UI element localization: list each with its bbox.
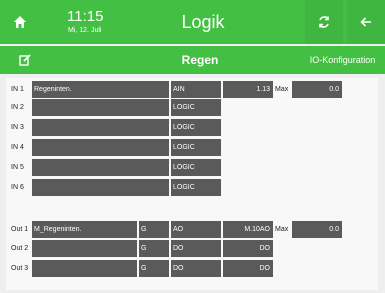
input-row: IN 4 LOGIC	[0, 139, 385, 157]
output-name-field[interactable]: M_Regeninten.	[32, 221, 137, 238]
output-type-field[interactable]: DO	[171, 260, 221, 277]
sync-icon	[319, 16, 329, 28]
input-name-field[interactable]	[32, 119, 169, 136]
edit-button[interactable]	[17, 52, 33, 68]
input-label: IN 6	[11, 184, 24, 191]
output-row: Out 1 M_Regeninten. G AO M.10AO Max 0.0	[0, 221, 385, 239]
input-row: IN 1 Regeninten. AIN 1.13 Max 0.0	[0, 81, 385, 99]
input-row: IN 6 LOGIC	[0, 179, 385, 197]
output-type-field[interactable]: DO	[171, 240, 221, 257]
input-row: IN 2 LOGIC	[0, 99, 385, 117]
io-config-button[interactable]: IO-Konfiguration	[300, 52, 385, 68]
output-group-field[interactable]: G	[139, 260, 169, 277]
home-icon	[14, 16, 26, 28]
back-arrow-icon	[360, 17, 371, 27]
output-label: Out 3	[11, 265, 29, 272]
input-type-field[interactable]: LOGIC	[171, 119, 221, 136]
max-value-field: 0.0	[292, 221, 342, 238]
sync-button[interactable]	[305, 0, 343, 44]
output-value-field: M.10AO	[223, 221, 273, 238]
clock-date: Mi, 12. Juli	[68, 27, 102, 34]
output-value-field: DO	[223, 240, 273, 257]
input-type-field[interactable]: LOGIC	[171, 179, 221, 196]
input-label: IN 1	[11, 86, 24, 93]
input-type-field[interactable]: LOGIC	[171, 139, 221, 156]
input-row: IN 3 LOGIC	[0, 119, 385, 137]
output-label: Out 1	[11, 226, 29, 233]
max-value-field: 0.0	[292, 81, 342, 98]
output-type-field[interactable]: AO	[171, 221, 221, 238]
home-button[interactable]	[0, 0, 40, 44]
clock-time: 11:15	[67, 8, 104, 25]
output-name-field[interactable]	[32, 260, 137, 277]
input-type-field[interactable]: LOGIC	[171, 99, 221, 116]
output-name-field[interactable]	[32, 240, 137, 257]
output-group-field[interactable]: G	[139, 221, 169, 238]
input-type-field[interactable]: AIN	[171, 81, 221, 98]
output-label: Out 2	[11, 245, 29, 252]
max-label: Max	[275, 86, 289, 93]
back-button[interactable]	[347, 0, 385, 44]
input-label: IN 2	[11, 104, 24, 111]
input-row: IN 5 LOGIC	[0, 159, 385, 177]
input-label: IN 5	[11, 164, 24, 171]
input-label: IN 4	[11, 144, 24, 151]
input-label: IN 3	[11, 124, 24, 131]
input-name-field[interactable]	[32, 139, 169, 156]
block-title: Regen	[181, 53, 219, 67]
output-value-field: DO	[223, 260, 273, 277]
page-title: Logik	[181, 12, 225, 32]
output-row: Out 2 G DO DO	[0, 240, 385, 258]
output-row: Out 3 G DO DO	[0, 260, 385, 278]
input-name-field[interactable]	[32, 159, 169, 176]
input-name-field[interactable]	[32, 99, 169, 116]
input-value-field: 1.13	[223, 81, 273, 98]
edit-icon	[19, 54, 31, 66]
input-name-field[interactable]: Regeninten.	[32, 81, 169, 98]
input-type-field[interactable]: LOGIC	[171, 159, 221, 176]
max-label: Max	[275, 226, 289, 233]
input-name-field[interactable]	[32, 179, 169, 196]
output-group-field[interactable]: G	[139, 240, 169, 257]
